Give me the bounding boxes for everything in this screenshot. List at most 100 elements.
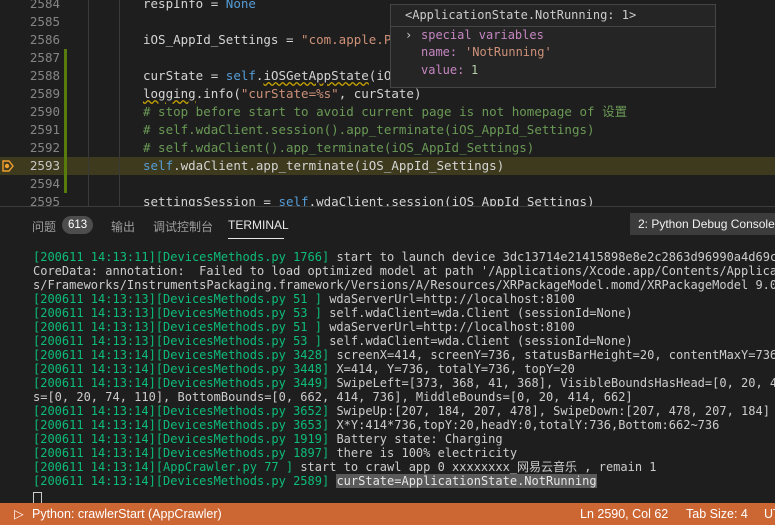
code-token: .info(	[195, 86, 241, 101]
terminal-line: [200611 14:13:14][DevicesMethods.py 1897…	[33, 446, 517, 460]
log-prefix: [200611 14:13:13][DevicesMethods.py 53 ]	[33, 334, 322, 348]
log-message: wdaServerUrl=http://localhost:8100	[321, 292, 575, 306]
log-message: SwipeUp:[207, 184, 207, 478], SwipeDown:…	[329, 404, 770, 418]
line-number: 2587	[29, 50, 60, 65]
indent-guide	[119, 103, 120, 121]
debug-hover-widget[interactable]: <ApplicationState.NotRunning: 1> › speci…	[390, 4, 716, 88]
log-message: start to crawl app 0 xxxxxxxx_网易云音乐 , re…	[293, 460, 657, 474]
line-number: 2591	[29, 122, 60, 137]
code-token: iOS_AppId_Settings =	[143, 32, 302, 47]
log-prefix: [200611 14:13:14][DevicesMethods.py 1919…	[33, 432, 330, 446]
terminal-line: s/Frameworks/InstrumentsPackaging.framew…	[33, 278, 775, 292]
hover-value-value: 1	[471, 63, 479, 77]
log-message: X=414, Y=736, totalY=736, topY=20	[329, 362, 575, 376]
code-token: "curState=%s"	[240, 86, 339, 101]
log-prefix: [200611 14:13:13][DevicesMethods.py 51 ]	[33, 292, 322, 306]
indent-guide	[119, 13, 120, 31]
terminal-select-dropdown[interactable]: 2: Python Debug Console	[630, 213, 775, 235]
indent-guide	[119, 85, 120, 103]
terminal-output[interactable]: [200611 14:13:11][DevicesMethods.py 1766…	[0, 245, 775, 504]
code-line[interactable]: 2594	[0, 175, 775, 193]
indent-guide	[88, 103, 89, 121]
line-number: 2585	[29, 14, 60, 29]
code-text: iOS_AppId_Settings = "com.apple.Pr	[143, 31, 399, 49]
code-line[interactable]: 2590 # stop before start to avoid current…	[0, 103, 775, 121]
hover-divider	[391, 26, 715, 27]
terminal-line: [200611 14:13:13][DevicesMethods.py 51 ]…	[33, 292, 575, 306]
terminal-line: [200611 14:13:14][DevicesMethods.py 3449…	[33, 376, 775, 390]
status-bar: ▷ Python: crawlerStart (AppCrawler) Ln 2…	[0, 503, 775, 525]
indent-guide	[119, 175, 120, 193]
terminal-line: s=[0, 20, 74, 110], BottomBounds=[0, 662…	[33, 390, 633, 404]
modified-line-marker	[64, 139, 67, 157]
line-number: 2586	[29, 32, 60, 47]
code-token: # self.wdaClient().app_terminate(iOS_App…	[143, 140, 535, 155]
log-message: start to launch device 3dc13714e21415898…	[329, 250, 775, 264]
log-prefix: [200611 14:13:14][DevicesMethods.py 2589…	[33, 474, 330, 488]
tab-size[interactable]: Tab Size: 4	[686, 503, 748, 525]
selected-text[interactable]: curState=ApplicationState.NotRunning	[336, 474, 597, 488]
code-line[interactable]: 2595 settingsSession = self.wdaClient.ses…	[0, 193, 775, 206]
modified-line-marker	[64, 121, 67, 139]
line-number: 2593	[29, 158, 60, 173]
log-message: self.wdaClient=wda.Client (sessionId=Non…	[321, 334, 633, 348]
hover-name-value: 'NotRunning'	[465, 45, 552, 59]
tab-output[interactable]: 输出	[111, 218, 135, 235]
code-line[interactable]: 2593 self.wdaClient.app_terminate(iOS_App…	[0, 157, 775, 175]
code-text: self.wdaClient.app_terminate(iOS_AppId_S…	[143, 157, 504, 175]
terminal-line: [200611 14:13:13][DevicesMethods.py 53 ]…	[33, 306, 633, 320]
indent-guide	[88, 0, 89, 13]
code-token: .wdaClient.app_terminate(iOS_AppId_Setti…	[173, 158, 505, 173]
code-token: logging	[143, 86, 196, 101]
terminal-line: [200611 14:13:14][DevicesMethods.py 3652…	[33, 404, 770, 418]
log-message: screenX=414, screenY=736, statusBarHeigh…	[329, 348, 775, 362]
log-prefix: [200611 14:13:14][AppCrawler.py 77 ]	[33, 460, 294, 474]
line-number: 2594	[29, 176, 60, 191]
indent-guide	[119, 193, 120, 206]
indent-guide	[119, 121, 120, 139]
terminal-line: [200611 14:13:14][DevicesMethods.py 3653…	[33, 418, 719, 432]
indent-guide	[88, 31, 89, 49]
indent-guide	[119, 67, 120, 85]
code-token: curState =	[143, 68, 226, 83]
log-prefix: [200611 14:13:14][DevicesMethods.py 3428…	[33, 348, 330, 362]
active-tab-indicator	[228, 238, 284, 239]
terminal-line: [200611 14:13:11][DevicesMethods.py 1766…	[33, 250, 775, 264]
tab-problems[interactable]: 问题	[32, 218, 56, 235]
code-text: # self.wdaClient.session().app_terminate…	[143, 121, 595, 139]
indent-guide	[88, 157, 89, 175]
hover-value-key: value:	[421, 63, 465, 77]
log-prefix: [200611 14:13:13][DevicesMethods.py 51 ]	[33, 320, 322, 334]
breakpoint-current-icon[interactable]	[2, 160, 14, 172]
code-token: None	[225, 0, 256, 11]
debug-configuration[interactable]: Python: crawlerStart (AppCrawler)	[32, 503, 222, 525]
log-message: SwipeLeft=[373, 368, 41, 368], VisibleBo…	[336, 376, 775, 390]
indent-guide	[88, 193, 89, 206]
debug-triangle-icon[interactable]: ▷	[14, 503, 24, 525]
code-token: respInfo =	[143, 0, 226, 11]
chevron-right-icon[interactable]: ›	[405, 28, 412, 42]
code-token: .wdaClient.session(iOS_AppId_Settings)	[308, 194, 595, 206]
hover-title: <ApplicationState.NotRunning: 1>	[405, 8, 637, 22]
indent-guide	[119, 31, 120, 49]
code-text: # stop before start to avoid current pag…	[143, 103, 627, 121]
code-line[interactable]: 2591 # self.wdaClient.session().app_termi…	[0, 121, 775, 139]
log-prefix: [200611 14:13:11][DevicesMethods.py 1766…	[33, 250, 330, 264]
cursor-position[interactable]: Ln 2590, Col 62	[580, 503, 668, 525]
file-encoding[interactable]: UTF-8	[764, 503, 775, 525]
indent-guide	[88, 121, 89, 139]
log-message: CoreData: annotation: Failed to load opt…	[33, 264, 775, 278]
indent-guide	[88, 67, 89, 85]
code-token: , curState)	[338, 86, 422, 101]
indent-guide	[119, 0, 120, 13]
tab-terminal[interactable]: TERMINAL	[228, 218, 289, 232]
special-variables-label[interactable]: special variables	[421, 28, 544, 42]
indent-guide	[88, 49, 89, 67]
code-text: logging.info("curState=%s", curState)	[143, 85, 421, 103]
code-token: settingsSession =	[143, 194, 279, 206]
code-line[interactable]: 2592 # self.wdaClient().app_terminate(iOS…	[0, 139, 775, 157]
tab-debug-console[interactable]: 调试控制台	[153, 218, 213, 235]
log-message: there is 100% electricity	[329, 446, 518, 460]
indent-guide	[88, 85, 89, 103]
line-number: 2595	[29, 194, 60, 206]
